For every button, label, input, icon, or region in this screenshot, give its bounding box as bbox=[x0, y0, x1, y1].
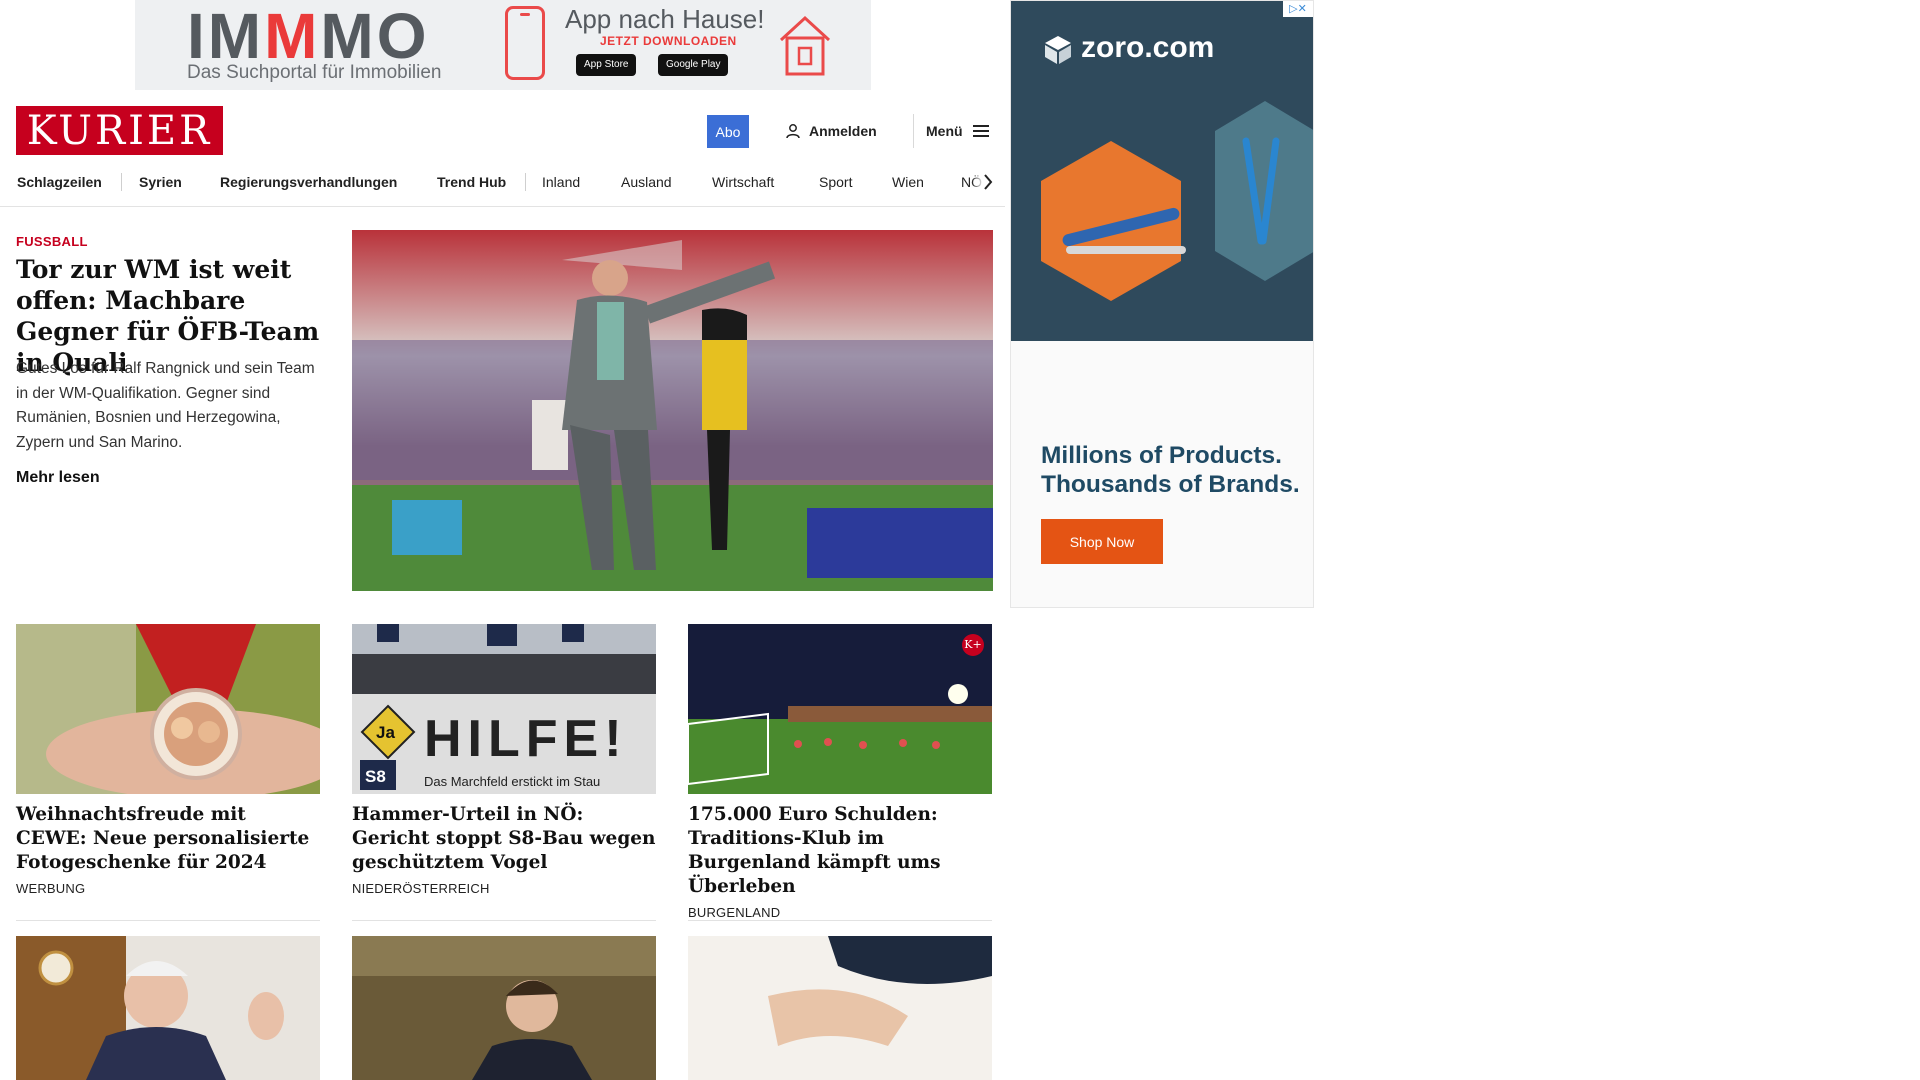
ad-headline: Millions of Products. Thousands of Brand… bbox=[1041, 442, 1300, 498]
google-play-badge[interactable]: Google Play bbox=[658, 54, 729, 76]
lead-category: FUSSBALL bbox=[16, 234, 88, 249]
nav-divider bbox=[525, 173, 526, 191]
phone-icon bbox=[505, 6, 545, 80]
nav-item-wirtschaft[interactable]: Wirtschaft bbox=[712, 172, 774, 192]
s8-sign-text: S8 bbox=[365, 767, 386, 786]
article-card[interactable]: Weihnachtsfreude mit CEWE: Neue personal… bbox=[16, 624, 320, 921]
article-image bbox=[352, 936, 656, 1080]
ad-choices-icon[interactable]: ▷✕ bbox=[1283, 1, 1313, 17]
house-icon bbox=[779, 15, 831, 76]
article-card[interactable] bbox=[688, 936, 992, 1080]
article-card[interactable]: K+ 175.000 Euro Schulden: Traditions-Klu… bbox=[688, 624, 992, 921]
abo-button[interactable]: Abo bbox=[707, 115, 749, 148]
article-image: Ja S8 HILFE! Das Marchfeld erstickt im S… bbox=[352, 624, 656, 794]
user-icon bbox=[786, 124, 800, 139]
login-button[interactable]: Anmelden bbox=[785, 116, 877, 146]
kurier-logo[interactable]: KURIER bbox=[16, 106, 223, 155]
ad-subtitle: JETZT DOWNLOADEN bbox=[600, 34, 737, 48]
shop-now-button[interactable]: Shop Now bbox=[1041, 519, 1163, 564]
ad-brand: zoro.com bbox=[1081, 31, 1215, 64]
photo-gift-ornament-image bbox=[16, 624, 320, 794]
article-image bbox=[688, 936, 992, 1080]
nav-item-ausland[interactable]: Ausland bbox=[621, 172, 672, 192]
article-title[interactable]: 175.000 Euro Schulden: Traditions-Klub i… bbox=[688, 803, 992, 899]
protest-banner-image: Ja S8 HILFE! Das Marchfeld erstickt im S… bbox=[352, 624, 656, 794]
banner-subtext: Das Marchfeld erstickt im Stau bbox=[424, 774, 600, 789]
app-store-badge[interactable]: App Store bbox=[576, 54, 637, 76]
ad-brand-logo: IMMMO bbox=[187, 0, 430, 72]
banner-text: HILFE! bbox=[424, 710, 628, 768]
article-title[interactable]: Weihnachtsfreude mit CEWE: Neue personal… bbox=[16, 803, 320, 875]
read-more-link[interactable]: Mehr lesen bbox=[16, 469, 100, 487]
ad-title: App nach Hause! bbox=[565, 4, 765, 34]
article-card[interactable]: Ja S8 HILFE! Das Marchfeld erstickt im S… bbox=[352, 624, 656, 921]
article-image: K+ bbox=[688, 624, 992, 794]
article-card[interactable] bbox=[16, 936, 320, 1080]
chevron-right-icon bbox=[984, 174, 993, 190]
man-portrait-image bbox=[16, 936, 320, 1080]
premium-badge: K+ bbox=[962, 634, 984, 656]
nav-item-wien[interactable]: Wien bbox=[892, 172, 924, 192]
politician-portrait-image bbox=[352, 936, 656, 1080]
menu-button[interactable]: Menü bbox=[913, 114, 989, 148]
card-divider bbox=[16, 920, 320, 921]
card-divider bbox=[352, 920, 656, 921]
hamburger-icon bbox=[972, 125, 989, 137]
nav-divider bbox=[121, 173, 122, 191]
article-image bbox=[16, 936, 320, 1080]
article-category: WERBUNG bbox=[16, 881, 86, 896]
football-coach-photo bbox=[352, 230, 993, 591]
nav-item-sport[interactable]: Sport bbox=[819, 172, 852, 192]
article-title[interactable]: Hammer-Urteil in NÖ: Gericht stoppt S8-B… bbox=[352, 803, 656, 875]
article-image bbox=[16, 624, 320, 794]
lead-photo[interactable] bbox=[352, 230, 993, 591]
section-nav: Schlagzeilen Syrien Regierungsverhandlun… bbox=[0, 162, 1005, 207]
card-divider bbox=[688, 920, 992, 921]
nav-item-inland[interactable]: Inland bbox=[542, 172, 580, 192]
side-ad-banner[interactable]: zoro.com ▷✕ Millions of Products. Thousa… bbox=[1010, 0, 1314, 608]
menu-label: Menü bbox=[926, 123, 963, 139]
nav-item-trend-hub[interactable]: Trend Hub bbox=[437, 172, 506, 192]
article-category: NIEDERÖSTERREICH bbox=[352, 881, 490, 896]
nav-item-syrien[interactable]: Syrien bbox=[139, 172, 182, 192]
nav-scroll-right[interactable] bbox=[972, 170, 1000, 194]
article-card[interactable] bbox=[352, 936, 656, 1080]
ad-tagline: Das Suchportal für Immobilien bbox=[187, 62, 442, 83]
nav-item-regierungsverhandlungen[interactable]: Regierungsverhandlungen bbox=[220, 172, 397, 192]
lead-teaser: Gutes Los für Ralf Rangnick und sein Tea… bbox=[16, 360, 315, 451]
zoro-cube-icon bbox=[1045, 36, 1071, 64]
top-ad-banner[interactable]: IMMMO Das Suchportal für Immobilien App … bbox=[135, 0, 871, 90]
article-category: BURGENLAND bbox=[688, 905, 781, 920]
ja-sign-text: Ja bbox=[376, 723, 395, 742]
login-label: Anmelden bbox=[809, 123, 877, 139]
sleeping-person-image bbox=[688, 936, 992, 1080]
football-pitch-night-image bbox=[688, 624, 992, 794]
nav-item-schlagzeilen[interactable]: Schlagzeilen bbox=[17, 172, 102, 192]
